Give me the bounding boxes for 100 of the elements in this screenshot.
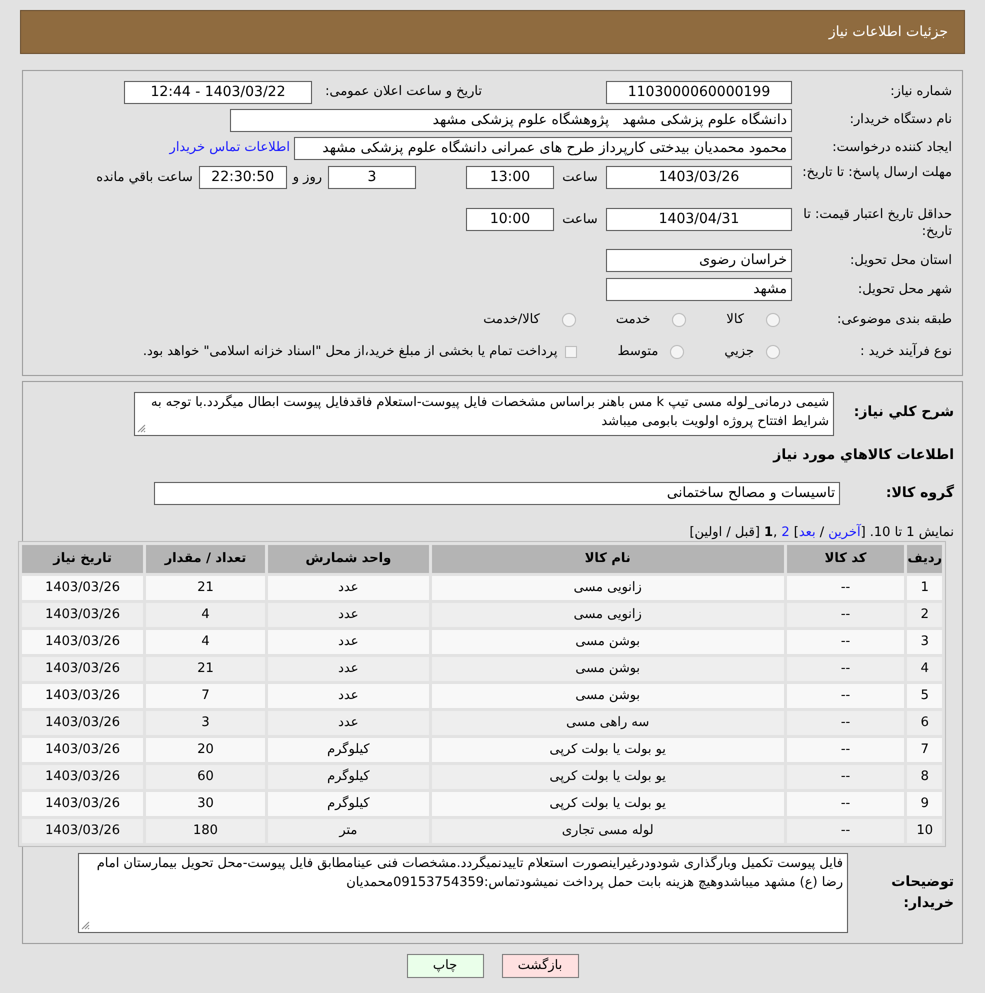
buyer-org-field: دانشگاه علوم پزشکی مشهد پژوهشگاه علوم پزشکی مشهد	[230, 108, 792, 132]
table-cell: عدد	[268, 711, 429, 735]
resize-grip-icon	[137, 424, 146, 433]
table-cell: کیلوگرم	[268, 765, 429, 789]
pagination-link[interactable]: بعد	[798, 525, 816, 540]
time-label: ساعت	[561, 169, 599, 187]
radio-label: متوسط	[617, 343, 658, 362]
column-header: تاریخ نیاز	[22, 545, 144, 573]
radio-label: خدمت	[616, 311, 650, 330]
table-cell: --	[786, 630, 904, 654]
table-cell: یو بولت یا بولت کرپی	[432, 792, 784, 816]
radio-label: جزيي	[724, 343, 754, 362]
print-button[interactable]: چاپ	[406, 954, 484, 978]
table-cell: --	[786, 657, 904, 681]
table-cell: بوشن مسی	[432, 684, 784, 708]
table-cell: زانویی مسی	[432, 576, 784, 600]
pagination-link[interactable]: 2	[781, 525, 790, 540]
field-label: شماره نیاز:	[889, 83, 952, 102]
table-cell: --	[786, 684, 904, 708]
table-cell: عدد	[268, 576, 429, 600]
checkbox[interactable]	[565, 346, 578, 358]
table-cell: 4	[907, 657, 942, 681]
table-cell: 21	[146, 576, 265, 600]
city-field: مشهد	[606, 278, 792, 301]
checkbox-label: پرداخت تمام یا بخشی از مبلغ خرید،از محل "اسناد خزانه اسلامی" خواهد بود.	[142, 343, 558, 362]
table-cell: 21	[146, 657, 265, 681]
description-field: شیمی درمانی_لوله مسی تیپ k مس باهنر براساس مشخصات فایل پیوست-استعلام فاقدفایل پیوست ابطال میگردد.با توجه به شرایط افتتاح پروژه اولویت بابومی میباشد	[134, 392, 834, 436]
field-label: نوع فرآیند خرید :	[859, 342, 952, 362]
table-cell: 7	[907, 738, 942, 762]
deadline-time-field: 13:00	[466, 166, 554, 189]
table-cell: بوشن مسی	[432, 657, 784, 681]
table-cell: کیلوگرم	[268, 738, 429, 762]
table-cell: عدد	[268, 657, 429, 681]
table-cell: 1403/03/26	[22, 684, 144, 708]
column-header: تعداد / مقدار	[146, 545, 265, 573]
page-title: جزئیات اطلاعات نیاز	[828, 22, 948, 42]
field-label: شهر محل تحویل:	[856, 280, 952, 299]
table-cell: 5	[907, 684, 942, 708]
table-cell: 1403/03/26	[22, 711, 144, 735]
table-cell: --	[786, 819, 904, 843]
table-cell: --	[786, 765, 904, 789]
table-cell: 1	[907, 576, 942, 600]
table-cell: --	[786, 603, 904, 627]
field-label: حداقل تاریخ اعتبار قیمت: تا تاریخ:	[802, 206, 952, 240]
field-label: گروه کالا:	[884, 483, 954, 503]
table-cell: 1403/03/26	[22, 603, 144, 627]
table-cell: 1403/03/26	[22, 657, 144, 681]
table-cell: 1403/03/26	[22, 576, 144, 600]
table-cell: 4	[146, 630, 265, 654]
table-cell: 180	[146, 819, 265, 843]
field-label: طبقه بندی موضوعی:	[836, 311, 952, 330]
radio-button[interactable]	[766, 345, 780, 359]
contact-link[interactable]: اطلاعات تماس خریدار	[170, 138, 290, 158]
radio-label: کالا/خدمت	[483, 311, 540, 330]
field-label: توضیحات خریدار:	[890, 873, 954, 913]
table-cell: 1403/03/26	[22, 738, 144, 762]
table-cell: --	[786, 711, 904, 735]
table-cell: 7	[146, 684, 265, 708]
days-label: روز و	[292, 169, 322, 187]
table-cell: لوله مسی تجاری	[432, 819, 784, 843]
table-cell: 6	[907, 711, 942, 735]
radio-button[interactable]	[562, 313, 576, 327]
table-cell: زانویی مسی	[432, 603, 784, 627]
radio-button[interactable]	[670, 345, 684, 359]
field-label: تاریخ و ساعت اعلان عمومی:	[324, 83, 482, 102]
table-cell: عدد	[268, 630, 429, 654]
table-cell: عدد	[268, 684, 429, 708]
table-cell: کیلوگرم	[268, 792, 429, 816]
table-cell: یو بولت یا بولت کرپی	[432, 765, 784, 789]
deadline-date-field: 1403/03/26	[606, 166, 792, 189]
table-cell: 20	[146, 738, 265, 762]
validity-date-field: 1403/04/31	[606, 208, 792, 231]
field-label: ایجاد کننده درخواست:	[831, 139, 952, 158]
column-header: کد کالا	[786, 545, 904, 573]
remaining-time-field: 22:30:50	[198, 166, 287, 189]
pagination-link[interactable]: آخرین	[828, 525, 861, 540]
radio-button[interactable]	[766, 313, 780, 327]
table-cell: --	[786, 576, 904, 600]
table-cell: 3	[146, 711, 265, 735]
radio-label: کالا	[726, 311, 744, 330]
table-cell: 9	[907, 792, 942, 816]
table-cell: متر	[268, 819, 429, 843]
table-cell: --	[786, 738, 904, 762]
table-cell: عدد	[268, 603, 429, 627]
field-label: شرح کلي نياز:	[852, 403, 954, 422]
table-cell: 1403/03/26	[22, 792, 144, 816]
column-header: ردیف	[907, 545, 942, 573]
time-label: ساعت	[561, 211, 599, 229]
table-cell: 2	[907, 603, 942, 627]
radio-button[interactable]	[672, 313, 686, 327]
announce-date-field: 1403/03/22 - 12:44	[124, 80, 312, 104]
column-header: واحد شمارش	[268, 545, 429, 573]
goods-group-field: تاسیسات و مصالح ساختمانی	[154, 482, 840, 505]
table-cell: 1403/03/26	[22, 630, 144, 654]
province-field: خراسان رضوی	[606, 249, 792, 272]
back-button[interactable]: بازگشت	[502, 954, 578, 978]
table-cell: 8	[907, 765, 942, 789]
resize-grip-icon	[81, 921, 90, 930]
table-cell: 10	[907, 819, 942, 843]
field-label: نام دستگاه خریدار:	[848, 110, 952, 130]
